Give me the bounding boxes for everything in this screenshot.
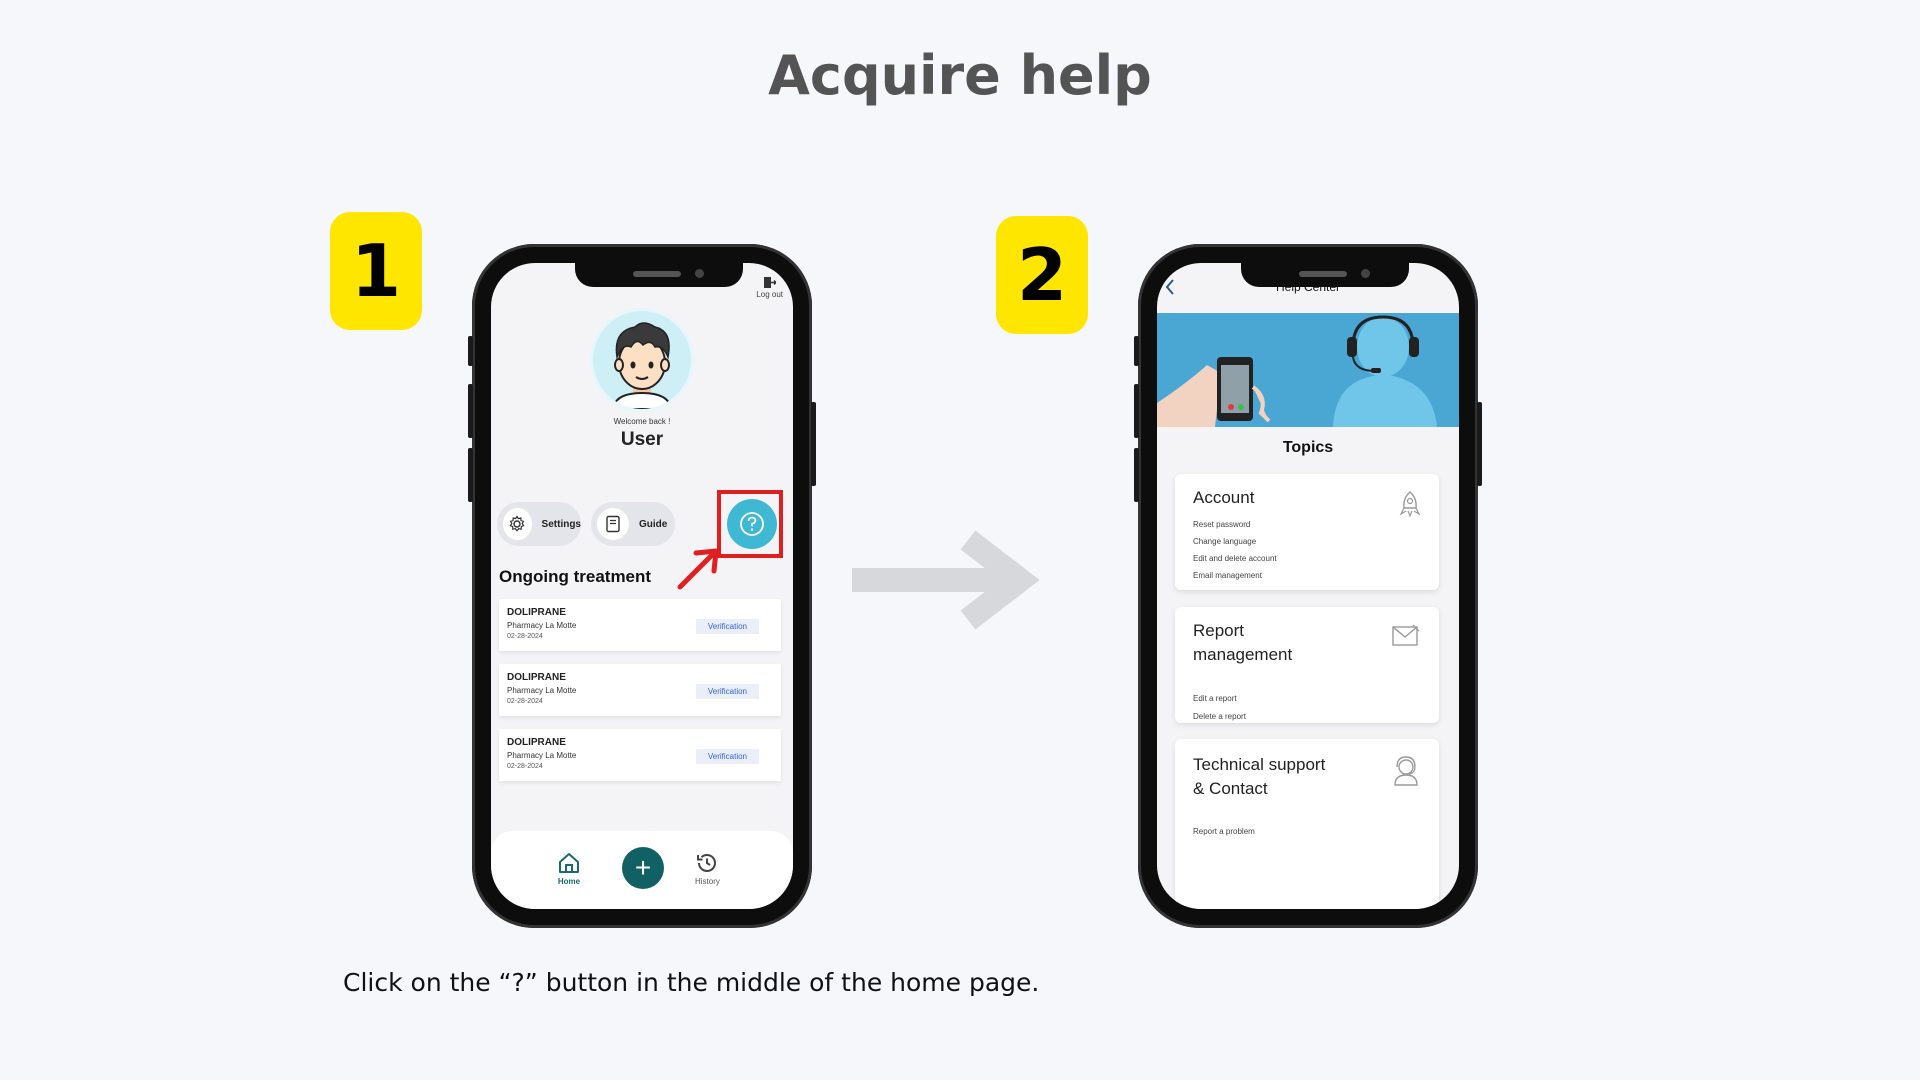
step-badge-2: 2 xyxy=(996,216,1088,334)
treatment-card[interactable]: DOLIPRANE Pharmacy La Motte 02-28-2024 V… xyxy=(499,664,781,716)
status-badge: Verification xyxy=(695,749,759,764)
topic-title-line-1: Report xyxy=(1193,621,1245,640)
treatment-card[interactable]: DOLIPRANE Pharmacy La Motte 02-28-2024 V… xyxy=(499,729,781,781)
step-badge-1: 1 xyxy=(330,212,422,330)
topic-item[interactable]: Reset password xyxy=(1193,520,1250,529)
help-center-screen: Help Center Topics Account Reset passwor… xyxy=(1157,263,1459,909)
treatment-date: 02-28-2024 xyxy=(507,763,543,770)
treatment-date: 02-28-2024 xyxy=(507,698,543,705)
username: User xyxy=(620,429,664,450)
support-agent-icon xyxy=(1394,756,1418,786)
bottom-tabbar: Home + History xyxy=(491,831,793,909)
topic-title-line-1: Technical support xyxy=(1193,755,1326,774)
history-icon xyxy=(697,854,717,872)
drug-name: DOLIPRANE xyxy=(507,607,566,618)
support-banner xyxy=(1157,313,1459,427)
topic-item[interactable]: Report a problem xyxy=(1193,827,1255,836)
settings-label: Settings xyxy=(541,518,581,530)
guide-label: Guide xyxy=(639,518,668,530)
plus-icon: + xyxy=(634,852,652,883)
user-avatar-icon xyxy=(611,322,673,409)
tab-home-label: Home xyxy=(557,877,581,886)
topic-item[interactable]: Change language xyxy=(1193,537,1256,546)
status-badge: Verification xyxy=(695,684,759,699)
topic-title: Account xyxy=(1193,488,1255,507)
help-phone: Help Center Topics Account Reset passwor… xyxy=(1134,244,1482,928)
tab-history-label: History xyxy=(695,877,720,886)
settings-button[interactable]: Settings xyxy=(497,502,581,546)
tab-home[interactable]: Home xyxy=(557,851,581,886)
tab-history[interactable]: History xyxy=(695,851,720,886)
topic-card-technical-support[interactable]: Technical support & Contact Report a pro… xyxy=(1175,739,1439,909)
phone-notch xyxy=(575,263,743,287)
pointer-arrow-icon xyxy=(677,548,719,590)
home-phone: Log out Welcome back ! User Settings Gui… xyxy=(468,244,816,928)
page-title: Acquire help xyxy=(768,44,1152,107)
logout-label: Log out xyxy=(756,290,783,299)
topic-item[interactable]: Email management xyxy=(1193,571,1262,580)
topics-heading: Topics xyxy=(1282,439,1334,456)
book-icon xyxy=(597,508,629,540)
add-button[interactable]: + xyxy=(622,847,664,889)
topic-title-line-2: & Contact xyxy=(1193,779,1268,798)
envelope-icon xyxy=(1392,624,1420,646)
topic-item[interactable]: Edit a report xyxy=(1193,694,1237,703)
instruction-caption: Click on the “?” button in the middle of… xyxy=(343,968,1040,997)
rocket-icon xyxy=(1399,491,1421,518)
treatment-card[interactable]: DOLIPRANE Pharmacy La Motte 02-28-2024 V… xyxy=(499,599,781,651)
logout-icon xyxy=(763,277,776,288)
guide-button[interactable]: Guide xyxy=(591,502,675,546)
gear-icon xyxy=(503,508,532,540)
avatar xyxy=(593,311,691,409)
pharmacy-name: Pharmacy La Motte xyxy=(507,686,577,695)
drug-name: DOLIPRANE xyxy=(507,672,566,683)
topic-card-report-management[interactable]: Report management Edit a report Delete a… xyxy=(1175,607,1439,723)
topic-item[interactable]: Edit and delete account xyxy=(1193,554,1277,563)
home-icon xyxy=(559,853,579,873)
welcome-text: Welcome back ! xyxy=(613,417,671,426)
topic-title-line-2: management xyxy=(1193,645,1293,664)
logout-button[interactable]: Log out xyxy=(756,277,783,299)
topic-card-account[interactable]: Account Reset password Change language E… xyxy=(1175,474,1439,590)
drug-name: DOLIPRANE xyxy=(507,737,566,748)
treatment-date: 02-28-2024 xyxy=(507,633,543,640)
right-arrow-icon xyxy=(852,530,1040,630)
status-badge: Verification xyxy=(695,619,759,634)
topic-item[interactable]: Delete a report xyxy=(1193,712,1246,721)
ongoing-treatment-heading: Ongoing treatment xyxy=(499,567,652,586)
pharmacy-name: Pharmacy La Motte xyxy=(507,621,577,630)
pharmacy-name: Pharmacy La Motte xyxy=(507,751,577,760)
support-illustration-icon xyxy=(1157,313,1459,427)
home-screen: Log out Welcome back ! User Settings Gui… xyxy=(491,263,793,909)
phone-notch xyxy=(1241,263,1409,287)
help-button-highlight xyxy=(717,490,783,558)
